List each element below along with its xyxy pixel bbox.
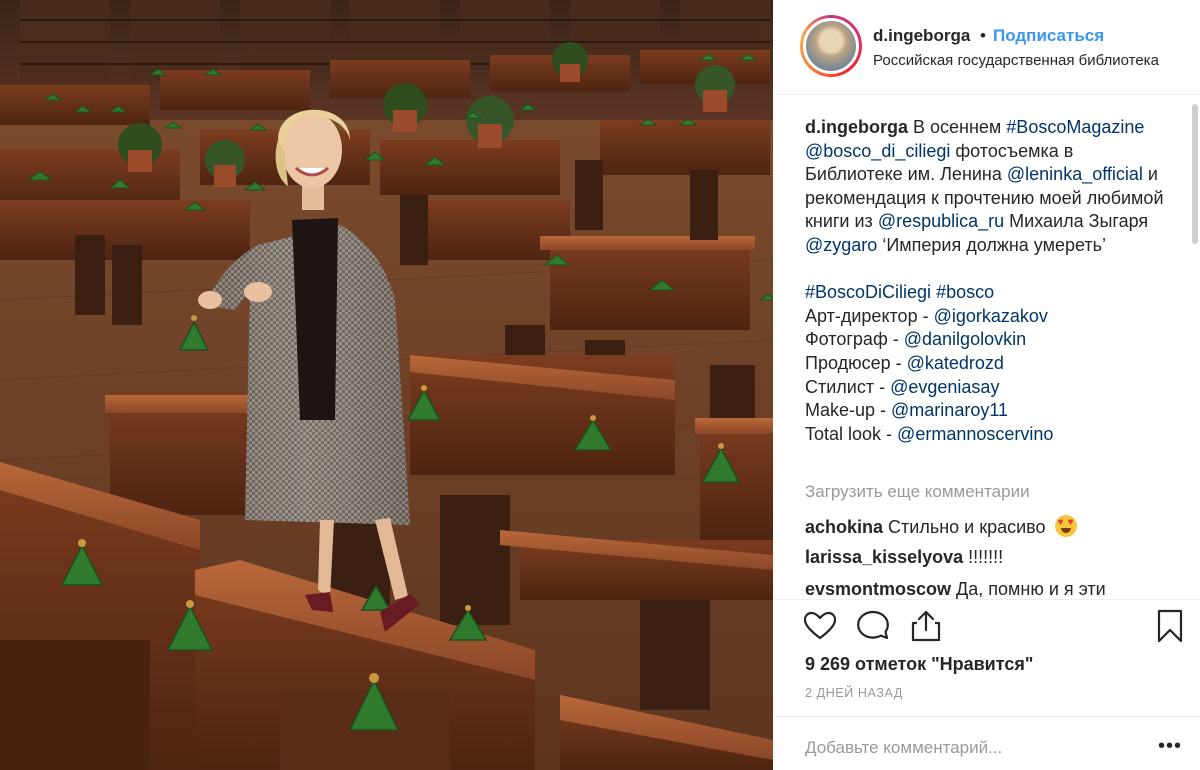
mention-link[interactable]: @marinaroy11 (891, 400, 1008, 420)
comment-text: !!!!!!! (963, 547, 1004, 567)
caption-text: ‘Империя должна умереть’ (877, 234, 1107, 255)
header-separator: • (980, 26, 986, 45)
hashtag-link[interactable]: #BoscoMagazine (1006, 117, 1144, 137)
like-button[interactable] (802, 608, 838, 644)
location-link[interactable]: Российская государственная библиотека (873, 52, 1159, 69)
share-button[interactable] (908, 608, 944, 644)
credit-label: Total look - (805, 423, 898, 444)
avatar[interactable] (803, 18, 859, 74)
comments-scrollbar[interactable] (1192, 104, 1198, 244)
header-username[interactable]: d.ingeborga (873, 26, 970, 46)
follow-button[interactable]: Подписаться (993, 26, 1104, 46)
save-button[interactable] (1152, 608, 1188, 644)
comment-bubble-icon (857, 610, 889, 640)
mention-link[interactable]: @bosco_di_ciliegi (805, 141, 950, 161)
comment-username[interactable]: evsmontmoscow (805, 579, 951, 599)
load-more-comments-button[interactable]: Загрузить еще комментарии (805, 482, 1030, 502)
mention-link[interactable]: @danilgolovkin (904, 329, 1026, 349)
post-photo[interactable] (0, 0, 773, 770)
avatar-story-ring[interactable] (800, 15, 862, 77)
post-caption: d.ingeborga В осеннем #BoscoMagazine @bo… (805, 116, 1175, 446)
share-icon (911, 610, 941, 642)
heart-icon (803, 611, 837, 640)
hashtag-link[interactable]: #bosco (936, 282, 994, 302)
comment-item: achokina Стильно и красиво (805, 515, 1077, 538)
mention-link[interactable]: @evgeniasay (890, 377, 999, 397)
comment-item: evsmontmoscow Да, помню и я эти (805, 579, 1106, 599)
post-actions-bar (774, 599, 1200, 649)
mention-link[interactable]: @leninka_official (1007, 164, 1143, 184)
likes-count[interactable]: 9 269 отметок "Нравится" (805, 654, 1033, 675)
comment-button[interactable] (855, 608, 891, 644)
heart-eyes-emoji-icon (1054, 515, 1077, 537)
post-timestamp[interactable]: 2 ДНЕЙ НАЗАД (805, 686, 903, 700)
credit-label: Фотограф - (805, 329, 904, 350)
post-header: d.ingeborga • Подписаться Российская гос… (774, 0, 1200, 95)
bookmark-icon (1157, 609, 1183, 643)
library-photo-illustration (0, 0, 773, 770)
comment-username[interactable]: larissa_kisselyova (805, 547, 963, 567)
post-side-panel: d.ingeborga • Подписаться Российская гос… (774, 0, 1200, 770)
credit-label: Продюсер - (805, 352, 907, 373)
add-comment-bar: ••• (774, 716, 1200, 770)
comment-text: Да, помню и я эти (951, 579, 1106, 599)
comment-username[interactable]: achokina (805, 517, 883, 537)
hashtag-link[interactable]: #BoscoDiCiliegi (805, 282, 931, 302)
mention-link[interactable]: @katedrozd (907, 353, 1004, 373)
credit-label: Стилист - (805, 376, 891, 397)
caption-text: В осеннем (908, 117, 1007, 137)
credit-label: Арт-директор - (805, 305, 934, 326)
comment-text: Стильно и красиво (883, 517, 1051, 537)
mention-link[interactable]: @igorkazakov (934, 306, 1048, 326)
more-options-button[interactable]: ••• (1158, 735, 1182, 758)
caption-text: Михаила Зыгаря (1004, 211, 1149, 232)
comments-list[interactable]: d.ingeborga В осеннем #BoscoMagazine @bo… (774, 96, 1200, 599)
comment-item: larissa_kisselyova !!!!!!! (805, 547, 1003, 568)
mention-link[interactable]: @zygaro (805, 235, 877, 255)
mention-link[interactable]: @respublica_ru (878, 211, 1004, 231)
caption-username[interactable]: d.ingeborga (805, 117, 908, 137)
comment-input[interactable] (805, 735, 1135, 761)
mention-link[interactable]: @ermannoscervino (897, 424, 1053, 444)
credit-label: Make-up - (805, 400, 892, 421)
